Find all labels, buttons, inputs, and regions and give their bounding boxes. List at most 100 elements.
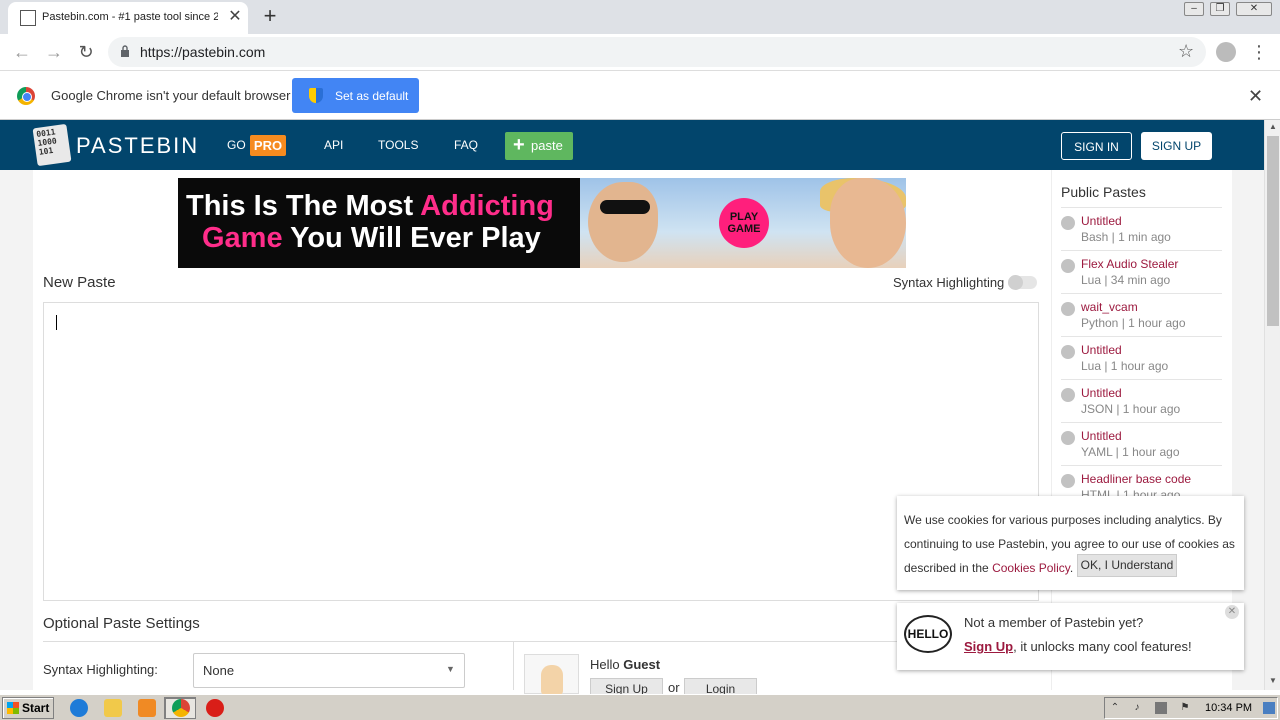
public-paste-meta: Python | 1 hour ago [1081,316,1186,330]
public-paste-item[interactable]: Untitled YAML | 1 hour ago [1061,422,1222,465]
bookmark-star-icon[interactable]: ☆ [1178,41,1194,62]
syntax-highlighting-select[interactable]: None ▼ [193,653,465,688]
pastebin-header: 0011 1000 101 PASTEBIN GO PRO API TOOLS FA… [0,120,1264,170]
scrollbar-thumb[interactable] [1267,136,1279,326]
tray-expand-icon[interactable]: ⌃ [1109,702,1121,714]
cookie-consent-popup: We use cookies for various purposes incl… [897,496,1244,590]
cookie-message: We use cookies for various purposes incl… [904,513,1235,575]
chrome-taskbar-button[interactable] [164,697,196,719]
nav-go[interactable]: GO [227,138,246,152]
member-popup-close-icon[interactable]: ✕ [1225,605,1239,619]
public-paste-title[interactable]: Flex Audio Stealer [1081,257,1178,271]
public-paste-title[interactable]: Untitled [1081,343,1122,357]
back-button[interactable]: ← [9,39,35,65]
nav-api[interactable]: API [324,138,343,152]
tab-title: Pastebin.com - #1 paste tool since 2 [42,11,218,23]
url-text: https://pastebin.com [140,44,266,60]
start-button[interactable]: Start [2,697,54,719]
profile-avatar-icon[interactable] [1216,42,1236,62]
public-paste-item[interactable]: Untitled Lua | 1 hour ago [1061,336,1222,379]
member-popup-cta: Sign Up, it unlocks many cool features! [964,639,1192,654]
guest-login-button[interactable]: Login [684,678,757,694]
hello-guest-text: Hello Guest [590,657,661,672]
toggle-knob [1008,275,1023,290]
cookies-policy-link[interactable]: Cookies Policy [992,561,1070,575]
infobar-close-icon[interactable]: ✕ [1248,86,1263,107]
public-paste-item[interactable]: Flex Audio Stealer Lua | 34 min ago [1061,250,1222,293]
page-scrollbar[interactable]: ▲ ▼ [1264,120,1280,690]
member-sign-up-link[interactable]: Sign Up [964,639,1013,654]
action-center-flag-icon[interactable]: ⚑ [1179,702,1191,714]
member-signup-popup: HELLO Not a member of Pastebin yet? Sign… [897,603,1244,670]
optional-settings-title: Optional Paste Settings [43,615,200,632]
forward-button[interactable]: → [41,39,67,65]
system-tray: ⌃ ♪ ⚑ 10:34 PM [1104,697,1278,719]
scroll-up-arrow-icon[interactable]: ▲ [1265,122,1280,134]
ad-play-game-badge[interactable]: PLAY GAME [719,198,769,248]
network-icon[interactable] [1155,702,1167,714]
media-player-icon[interactable] [138,699,156,717]
new-paste-button[interactable]: + paste [505,132,573,160]
internet-explorer-icon[interactable] [70,699,88,717]
ad-sunglasses [600,200,650,214]
public-paste-title[interactable]: Untitled [1081,386,1122,400]
show-desktop-icon[interactable] [1263,702,1275,714]
public-paste-item[interactable]: wait_vcam Python | 1 hour ago [1061,293,1222,336]
window-close-button[interactable]: ✕ [1236,2,1272,16]
reload-button[interactable]: ↻ [73,39,99,65]
address-bar[interactable]: https://pastebin.com ☆ [108,37,1206,67]
file-explorer-icon[interactable] [104,699,122,717]
public-paste-title[interactable]: wait_vcam [1081,300,1138,314]
globe-icon [1061,431,1075,445]
browser-menu-icon[interactable]: ⋮ [1250,40,1268,64]
nav-pro-badge[interactable]: PRO [250,135,286,156]
public-paste-meta: YAML | 1 hour ago [1081,445,1180,459]
ad-banner[interactable]: This Is The Most Addicting Game You Will… [178,178,906,268]
nav-tools[interactable]: TOOLS [378,138,418,152]
ad-headline-line1: This Is The Most Addicting [186,190,554,222]
set-as-default-button[interactable]: Set as default [292,78,419,113]
browser-tab[interactable]: Pastebin.com - #1 paste tool since 2 ✕ [8,2,248,34]
pastebin-favicon-icon [20,10,36,26]
public-paste-item[interactable]: Untitled Bash | 1 min ago [1061,207,1222,250]
window-minimize-button[interactable]: – [1184,2,1204,16]
default-browser-infobar: Google Chrome isn't your default browser… [0,71,1280,120]
public-paste-meta: Lua | 34 min ago [1081,273,1171,287]
public-paste-item[interactable]: Untitled JSON | 1 hour ago [1061,379,1222,422]
chrome-logo-icon [17,87,35,105]
syntax-highlighting-toggle-label: Syntax Highlighting [893,275,1005,290]
start-label: Start [22,701,50,715]
pastebin-logo-text[interactable]: PASTEBIN [76,133,199,159]
volume-icon[interactable]: ♪ [1131,702,1143,714]
public-paste-title[interactable]: Untitled [1081,214,1122,228]
syntax-highlighting-toggle[interactable] [1008,275,1037,290]
cookie-accept-button[interactable]: OK, I Understand [1077,554,1177,577]
sign-up-button[interactable]: SIGN UP [1141,132,1212,160]
chrome-icon [172,699,190,717]
windows-logo-icon [7,702,19,714]
window-restore-button[interactable]: ❐ [1210,2,1230,16]
or-text: or [668,680,680,695]
guest-sign-up-button[interactable]: Sign Up [590,678,663,694]
public-paste-title[interactable]: Untitled [1081,429,1122,443]
new-tab-button[interactable]: + [258,4,282,30]
public-paste-meta: JSON | 1 hour ago [1081,402,1181,416]
syntax-highlighting-label: Syntax Highlighting: [43,662,158,677]
hello-speech-bubble-icon: HELLO [904,615,952,653]
antivirus-icon[interactable] [206,699,224,717]
lock-icon [121,45,129,57]
set-as-default-label: Set as default [335,89,409,103]
sign-in-button[interactable]: SIGN IN [1061,132,1132,160]
scroll-down-arrow-icon[interactable]: ▼ [1265,676,1280,688]
avatar-silhouette-icon [541,665,563,695]
nav-faq[interactable]: FAQ [454,138,478,152]
plus-icon: + [513,134,525,156]
uac-shield-icon [309,88,323,103]
infobar-message: Google Chrome isn't your default browser [51,88,291,103]
tab-close-icon[interactable]: ✕ [226,8,244,26]
pastebin-logo-icon[interactable]: 0011 1000 101 [32,123,72,167]
public-pastes-title: Public Pastes [1061,184,1146,200]
public-paste-title[interactable]: Headliner base code [1081,472,1191,486]
paste-text-area[interactable] [43,302,1039,601]
taskbar-clock[interactable]: 10:34 PM [1205,702,1252,714]
